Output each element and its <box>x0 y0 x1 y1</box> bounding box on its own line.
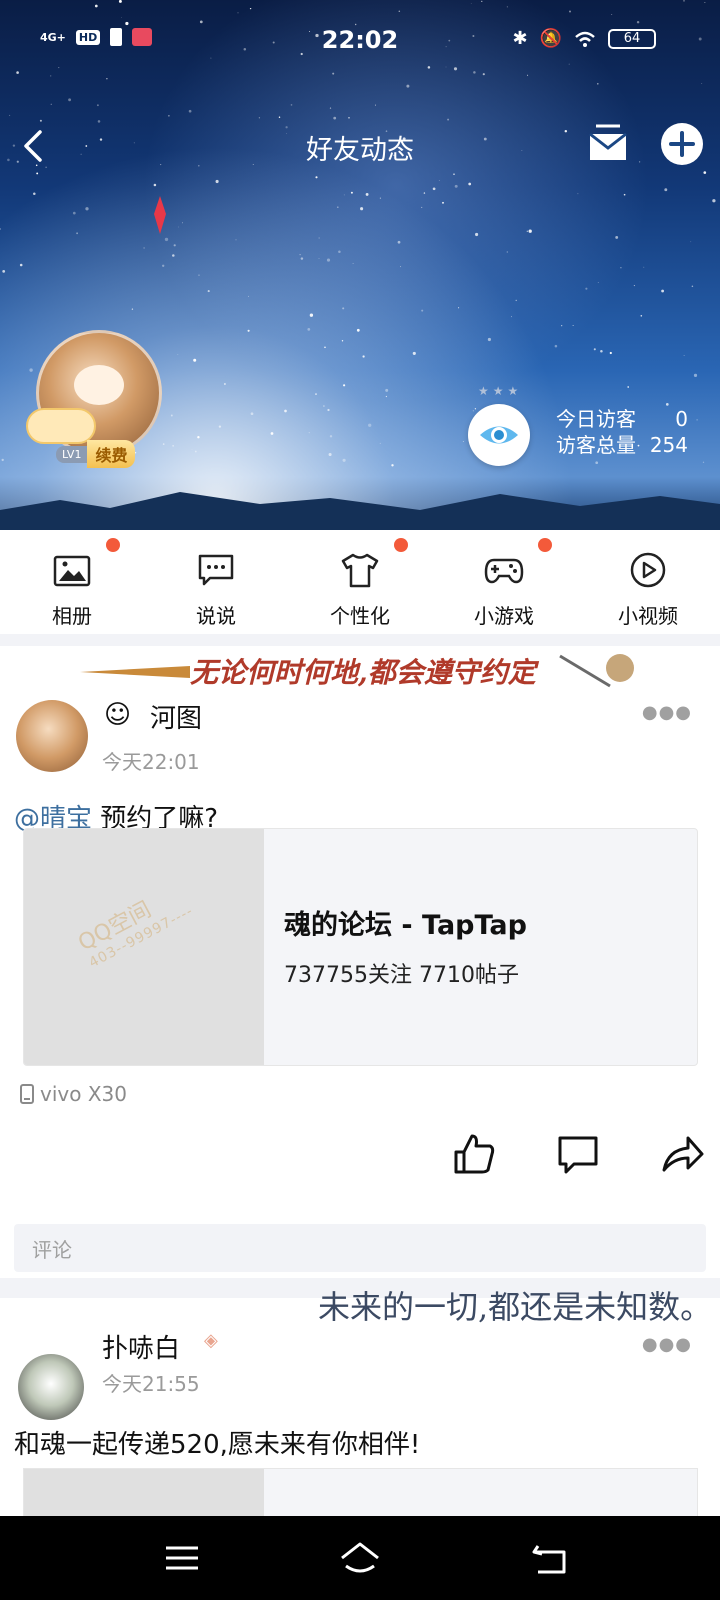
user-avatar-frame[interactable]: LV1 续费 <box>26 320 176 480</box>
shortcut-minigames[interactable]: 小游戏 <box>432 530 576 634</box>
link-title: 魂的论坛 - TapTap <box>284 910 527 941</box>
qq-zone-watermark: QQ空间 403--99997---- <box>74 897 197 972</box>
status-bar: 4G+ HD 22:02 ✱ 🔕 64 <box>0 0 720 80</box>
today-visitors-value: 0 <box>675 407 688 431</box>
post-decoration-banner: 无论何时何地,都会遵守约定 <box>80 654 634 689</box>
avatar-cat-face <box>74 365 124 405</box>
chat-bubble-icon <box>198 554 234 586</box>
avatar[interactable] <box>18 1354 84 1420</box>
mail-inbox-icon[interactable] <box>586 124 630 164</box>
visitor-eye-button[interactable] <box>468 404 530 466</box>
decoration-text: 无论何时何地,都会遵守约定 <box>190 656 540 689</box>
more-options-icon[interactable]: ●●● <box>642 702 692 723</box>
shortcut-personalize[interactable]: 个性化 <box>288 530 432 634</box>
visitor-stars-decoration: ★★★ <box>478 384 523 398</box>
renew-button[interactable]: 续费 <box>87 440 136 468</box>
home-icon[interactable] <box>338 1536 382 1580</box>
notification-dot <box>394 538 408 552</box>
add-plus-icon[interactable] <box>660 122 704 166</box>
poster-name[interactable]: 河图 <box>150 698 202 735</box>
link-subtitle: 737755关注 7710帖子 <box>284 963 519 988</box>
wifi-icon <box>575 31 595 47</box>
feed-post: 无论何时何地,都会遵守约定 河图 ☺ 今天22:01 ●●● @晴宝 预约了嘛?… <box>0 646 720 1278</box>
share-arrow-icon[interactable] <box>660 1132 704 1176</box>
device-name: vivo X30 <box>40 1082 127 1106</box>
comment-icon[interactable] <box>556 1132 600 1176</box>
feed-post: 未来的一切,都还是未知数。 扑哧白 ◈ 今天21:55 ●●● 和魂一起传递52… <box>0 1288 720 1529</box>
avatar[interactable] <box>16 700 88 772</box>
photo-album-icon <box>53 555 91 587</box>
back-icon[interactable] <box>528 1536 572 1580</box>
notification-dot <box>538 538 552 552</box>
shortcut-label: 小游戏 <box>474 604 534 628</box>
shortcut-album[interactable]: 相册 <box>0 530 144 634</box>
visitor-stats[interactable]: 今日访客 0 访客总量 254 <box>556 406 688 458</box>
post-decoration-banner: 未来的一切,都还是未知数。 <box>318 1288 712 1326</box>
bluetooth-icon: ✱ <box>512 28 528 49</box>
phone-icon <box>20 1084 34 1104</box>
today-visitors-label: 今日访客 <box>556 407 636 431</box>
post-timestamp: 今天21:55 <box>102 1372 200 1396</box>
shortcut-label: 个性化 <box>330 604 390 628</box>
play-circle-icon <box>630 552 666 588</box>
total-visitors-label: 访客总量 <box>556 433 636 457</box>
shortcut-shuoshuo[interactable]: 说说 <box>144 530 288 634</box>
top-navigation: 好友动态 <box>0 118 720 174</box>
decoration-text: 未来的一切,都还是未知数。 <box>318 1288 712 1326</box>
level-label: LV1 <box>56 445 88 463</box>
shortcut-shortvideo[interactable]: 小视频 <box>576 530 720 634</box>
avatar-cloud-decoration <box>26 408 96 444</box>
more-options-icon[interactable]: ●●● <box>642 1334 692 1355</box>
link-thumbnail: QQ空间 403--99997---- <box>24 829 264 1065</box>
gamepad-icon <box>484 558 524 584</box>
menu-icon[interactable] <box>160 1536 204 1580</box>
emoji-face-icon: ☺ <box>104 700 132 730</box>
tshirt-icon <box>341 553 379 588</box>
like-thumb-icon[interactable] <box>452 1132 496 1176</box>
red-gem-icon <box>154 196 166 234</box>
shortcut-bar: 相册 说说 个性化 小游戏 小视频 <box>0 530 720 634</box>
eye-icon <box>480 426 518 444</box>
shortcut-label: 说说 <box>196 604 236 628</box>
notification-dot <box>106 538 120 552</box>
shortcut-label: 相册 <box>52 604 92 628</box>
total-visitors-value: 254 <box>649 433 688 457</box>
shortcut-label: 小视频 <box>618 604 678 628</box>
poster-name[interactable]: 扑哧白 <box>102 1328 180 1365</box>
mute-icon: 🔕 <box>539 28 562 49</box>
device-tag: vivo X30 <box>20 1082 127 1106</box>
shared-link-card[interactable]: QQ空间 403--99997---- 魂的论坛 - TapTap 737755… <box>23 828 698 1066</box>
vip-badge[interactable]: LV1 续费 <box>56 440 136 468</box>
vip-badge-icon: ◈ <box>204 1330 218 1351</box>
post-content: 和魂一起传递520,愿未来有你相伴! <box>14 1430 421 1460</box>
post-timestamp: 今天22:01 <box>102 750 200 774</box>
system-navigation-bar <box>0 1516 720 1600</box>
comment-input[interactable]: 评论 <box>14 1224 706 1272</box>
battery-indicator: 64 <box>608 28 656 49</box>
